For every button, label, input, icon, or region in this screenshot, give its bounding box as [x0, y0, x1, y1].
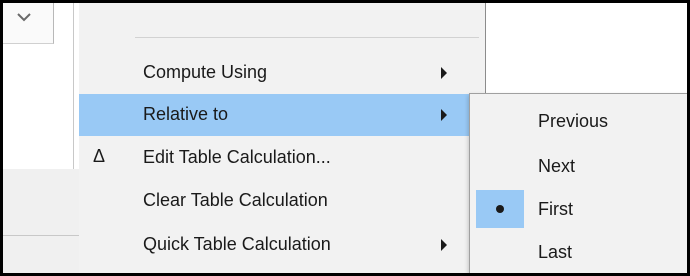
- delta-icon: Δ: [93, 146, 106, 166]
- submenu-item-first[interactable]: First: [470, 186, 687, 232]
- chevron-down-icon: [17, 13, 31, 22]
- menu-item-compute-using[interactable]: Compute Using: [79, 52, 485, 94]
- submenu-item-label: First: [538, 199, 573, 219]
- menu-item-label: Clear Table Calculation: [143, 190, 328, 210]
- check-cell: [476, 147, 524, 185]
- submenu-arrow-icon: [441, 109, 447, 121]
- menu-item-edit-table-calculation[interactable]: Δ Edit Table Calculation...: [79, 137, 485, 179]
- submenu-item-last[interactable]: Last: [470, 229, 687, 273]
- menu-separator: [135, 37, 479, 38]
- submenu-item-previous[interactable]: Previous: [470, 98, 687, 144]
- menu-item-label: Compute Using: [143, 62, 268, 82]
- menu-item-label: Quick Table Calculation: [143, 234, 331, 254]
- context-menu: Compute Using Relative to Δ Edit Table C…: [79, 3, 486, 273]
- menu-item-label: Edit Table Calculation...: [143, 147, 331, 167]
- menu-item-label: Relative to: [143, 104, 229, 124]
- submenu-item-label: Previous: [538, 111, 609, 131]
- bullet-icon: [496, 205, 504, 213]
- dropdown-toggle-button[interactable]: [3, 3, 54, 44]
- submenu-arrow-icon: [441, 239, 447, 251]
- relative-to-submenu: Previous Next First Last: [469, 93, 687, 273]
- check-cell: [476, 102, 524, 140]
- check-cell: [476, 190, 524, 228]
- menu-item-quick-table-calculation[interactable]: Quick Table Calculation: [79, 224, 485, 266]
- screenshot-frame: Compute Using Relative to Δ Edit Table C…: [0, 0, 690, 276]
- check-cell: [476, 233, 524, 271]
- menu-item-clear-table-calculation[interactable]: Clear Table Calculation: [79, 180, 485, 222]
- submenu-item-next[interactable]: Next: [470, 143, 687, 189]
- submenu-arrow-icon: [441, 67, 447, 79]
- submenu-item-label: Last: [538, 242, 573, 262]
- menu-item-relative-to[interactable]: Relative to: [79, 94, 485, 136]
- submenu-item-label: Next: [538, 156, 576, 176]
